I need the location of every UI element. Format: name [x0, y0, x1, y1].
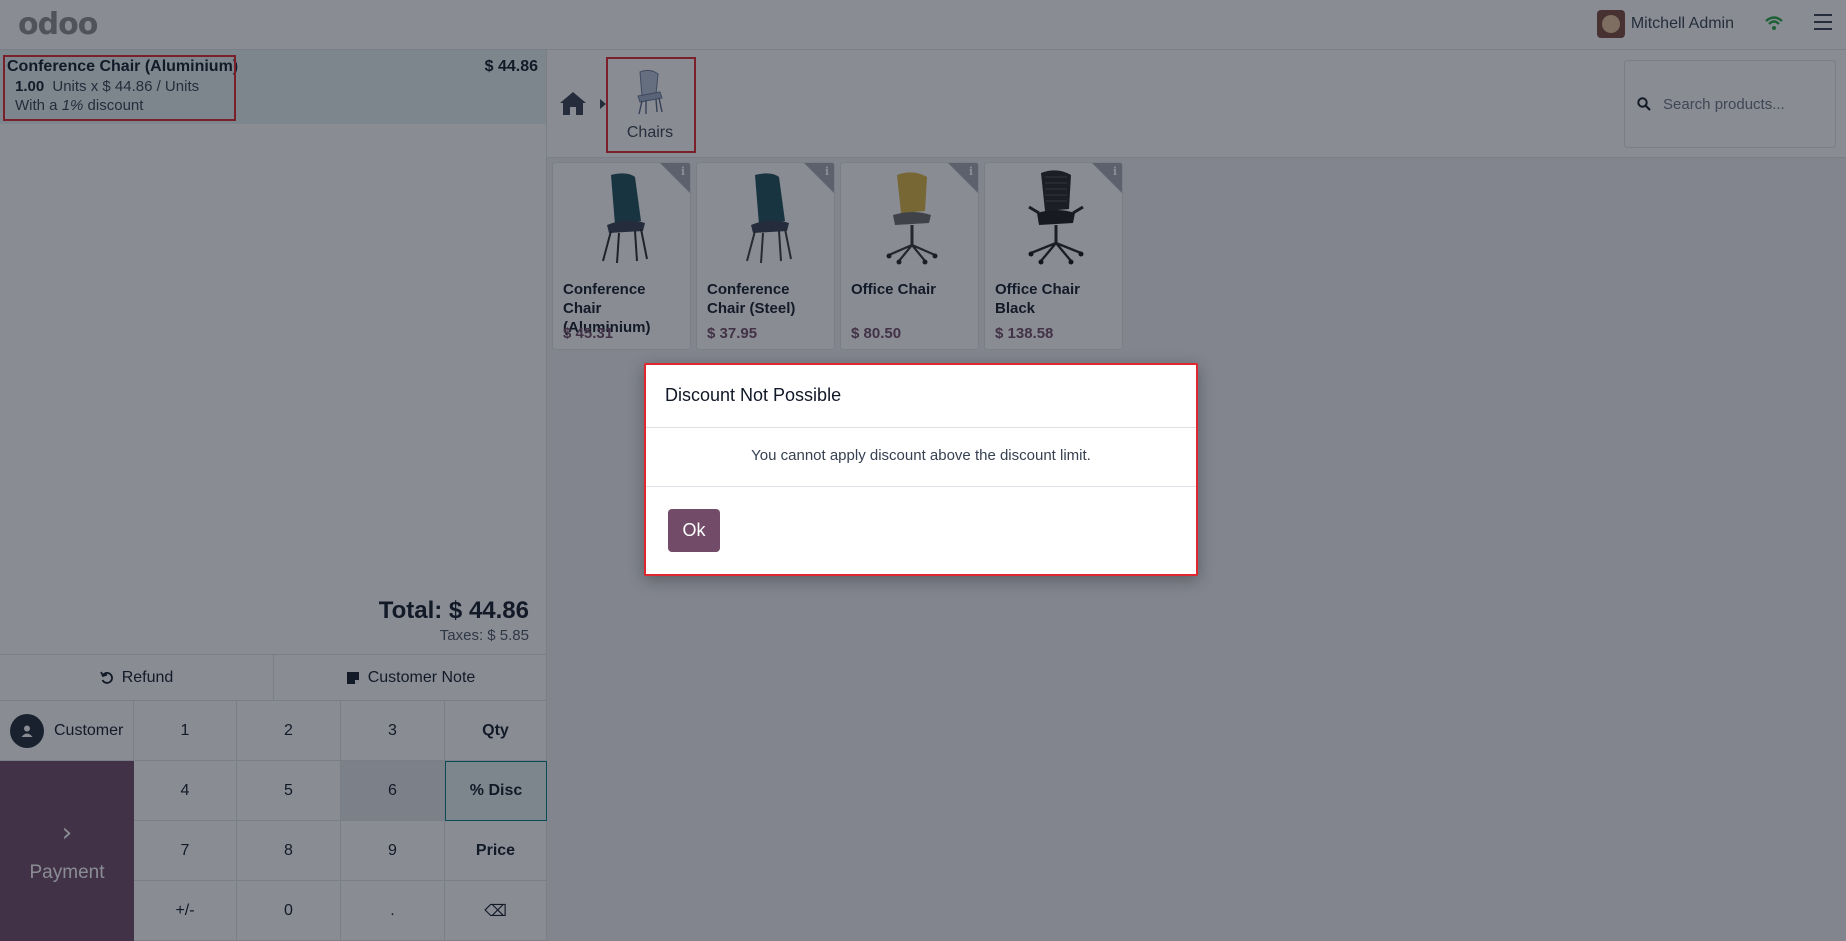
dialog-title: Discount Not Possible [665, 385, 842, 405]
ok-button[interactable]: Ok [668, 509, 720, 552]
error-dialog: Discount Not Possible You cannot apply d… [644, 363, 1198, 576]
dialog-divider [646, 427, 1196, 428]
dialog-message: You cannot apply discount above the disc… [751, 447, 1091, 464]
dialog-divider [646, 486, 1196, 487]
